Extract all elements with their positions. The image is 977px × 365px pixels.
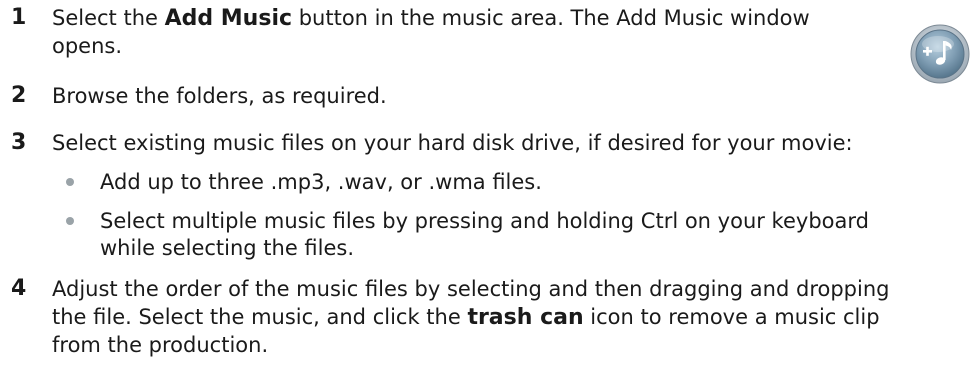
bullet-text: Select multiple music files by pressing … [100,209,869,233]
step-text-part: icon to remove a music clip [583,305,880,329]
step-text: Adjust the order of the music files by s… [52,277,890,301]
step-text-line2: the file. Select the music, and click th… [52,303,880,332]
step-1: 1 Select the Add Music button in the mus… [0,4,977,64]
trash-can-label: trash can [467,305,584,330]
bullet-item: Add up to three .mp3, .wav, or .wma file… [0,168,977,198]
step-text: Browse the folders, as required. [52,84,387,108]
step-2: 2 Browse the folders, as required. [0,82,977,112]
step-number: 3 [11,130,27,155]
step-text: Select the Add Music button in the music… [52,4,810,33]
step-number: 1 [11,5,27,30]
step-text: Select existing music files on your hard… [52,131,853,155]
bullet-item: Select multiple music files by pressing … [0,207,977,265]
step-4: 4 Adjust the order of the music files by… [0,275,977,365]
bullet-text: Add up to three .mp3, .wav, or .wma file… [100,170,542,194]
instruction-page: 1 Select the Add Music button in the mus… [0,0,977,365]
step-text-part: the file. Select the music, and click th… [52,305,468,329]
add-music-label: Add Music [164,6,293,31]
step-number: 4 [11,276,27,301]
step-text-line3: from the production. [52,333,269,357]
step-text-part: Select the [52,6,165,30]
bullet-text-line2: while selecting the files. [100,236,355,260]
step-text-line2: opens. [52,34,123,58]
add-music-icon [910,24,970,84]
step-number: 2 [11,83,27,108]
step-text-part: button in the music area. The Add Music … [292,6,810,30]
bullet-icon [66,217,74,225]
bullet-icon [66,178,74,186]
step-3: 3 Select existing music files on your ha… [0,129,977,159]
